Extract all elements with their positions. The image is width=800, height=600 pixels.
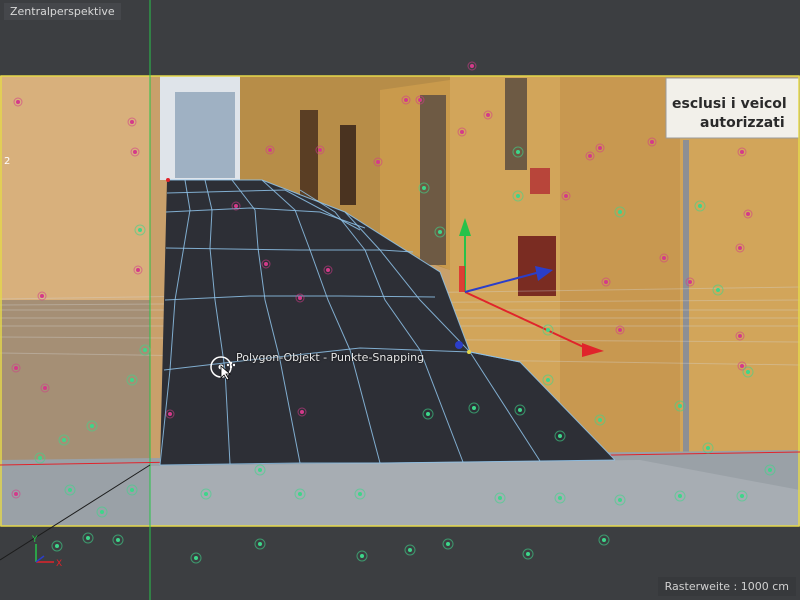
tracking-point	[598, 146, 602, 150]
house-number: 2	[4, 156, 10, 167]
tracking-point	[564, 194, 568, 198]
3d-viewport[interactable]: esclusi i veicol autorizzati 2 Polygon-O…	[0, 0, 800, 600]
tracking-point	[300, 410, 304, 414]
tracking-point	[43, 386, 47, 390]
tracking-point	[662, 256, 666, 260]
tracking-point	[143, 348, 147, 352]
tracking-point	[376, 160, 380, 164]
tracking-point	[746, 212, 750, 216]
tracking-point	[194, 556, 198, 560]
tracking-point	[168, 412, 172, 416]
sign-text-line2: autorizzati	[700, 115, 785, 131]
tracking-point	[486, 113, 490, 117]
tracking-point	[518, 408, 522, 412]
tracking-point	[740, 150, 744, 154]
tracking-point	[698, 204, 702, 208]
tracking-point	[234, 204, 238, 208]
tracking-point	[738, 246, 742, 250]
grid-spacing-label: Rasterweite : 1000 cm	[657, 577, 796, 596]
tracking-point	[426, 412, 430, 416]
tracking-point	[318, 148, 322, 152]
tracking-point	[558, 434, 562, 438]
tracking-point	[130, 488, 134, 492]
tracking-point	[68, 488, 72, 492]
tracking-point	[418, 98, 422, 102]
tracking-point	[86, 536, 90, 540]
tracking-point	[326, 268, 330, 272]
tracking-point	[138, 228, 142, 232]
tracking-point	[136, 268, 140, 272]
tracking-point	[404, 98, 408, 102]
tracking-point	[116, 538, 120, 542]
tracking-point	[602, 538, 606, 542]
tracking-point	[422, 186, 426, 190]
tracking-point	[650, 140, 654, 144]
tracking-point	[516, 150, 520, 154]
tracking-point	[268, 148, 272, 152]
tracking-point	[472, 406, 476, 410]
tracking-point	[204, 492, 208, 496]
tracking-point	[738, 334, 742, 338]
sign-text-line1: esclusi i veicol	[672, 96, 787, 112]
tracking-point	[460, 130, 464, 134]
tracking-point	[678, 404, 682, 408]
tracking-point	[740, 494, 744, 498]
tracking-point	[298, 492, 302, 496]
tracking-point	[14, 366, 18, 370]
tracking-point	[130, 378, 134, 382]
tracking-point	[526, 552, 530, 556]
tracking-point	[746, 370, 750, 374]
tracking-point	[768, 468, 772, 472]
tracking-point	[598, 418, 602, 422]
tracking-point	[258, 468, 262, 472]
tracking-point	[358, 492, 362, 496]
tracking-point	[604, 280, 608, 284]
tracking-point	[740, 364, 744, 368]
tracking-point	[716, 288, 720, 292]
axis-triad-icon: Y X	[31, 535, 62, 569]
snapping-tooltip: Polygon-Objekt - Punkte-Snapping	[236, 351, 425, 364]
tracking-point	[688, 280, 692, 284]
tracking-point	[100, 510, 104, 514]
tracking-point	[360, 554, 364, 558]
tracking-point	[408, 548, 412, 552]
view-name-label[interactable]: Zentralperspektive	[4, 3, 121, 20]
tracking-point	[588, 154, 592, 158]
tracking-point	[446, 542, 450, 546]
tracking-point	[516, 194, 520, 198]
tracking-point	[16, 100, 20, 104]
tracking-point	[618, 498, 622, 502]
tracking-point	[678, 494, 682, 498]
tracking-point	[546, 328, 550, 332]
mouse-cursor-icon	[220, 361, 235, 380]
tracking-point	[133, 150, 137, 154]
tracking-point	[38, 456, 42, 460]
tracking-point	[558, 496, 562, 500]
tracking-point	[618, 328, 622, 332]
axis-y-label: Y	[31, 535, 38, 545]
tracking-point	[62, 438, 66, 442]
tracking-point	[298, 296, 302, 300]
scene-canvas[interactable]: esclusi i veicol autorizzati 2	[0, 0, 800, 600]
tracking-point	[130, 120, 134, 124]
tracking-point	[14, 492, 18, 496]
tracking-point	[258, 542, 262, 546]
tracking-point	[618, 210, 622, 214]
tracking-point	[546, 378, 550, 382]
tracking-point	[470, 64, 474, 68]
tracking-point	[90, 424, 94, 428]
tracking-point	[438, 230, 442, 234]
tracking-point	[706, 446, 710, 450]
tracking-point	[40, 294, 44, 298]
axis-x-label: X	[56, 559, 62, 569]
tracking-point	[264, 262, 268, 266]
tracking-point	[498, 496, 502, 500]
